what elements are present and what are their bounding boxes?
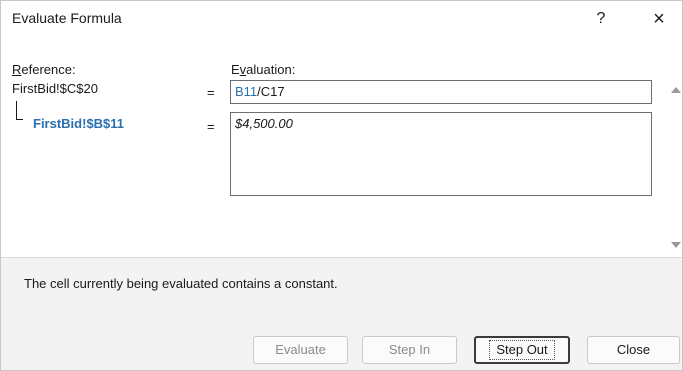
evaluation-label: Evaluation: (231, 62, 295, 77)
tree-connector-vertical (16, 101, 17, 120)
scroll-up-icon[interactable] (671, 87, 681, 93)
title-bar: Evaluate Formula ? × (1, 1, 682, 35)
reference-label-accesskey: R (12, 62, 22, 77)
tree-connector-horizontal (16, 119, 23, 120)
close-button[interactable]: Close (587, 336, 680, 364)
status-message: The cell currently being evaluated conta… (24, 276, 338, 291)
close-icon[interactable]: × (642, 6, 676, 32)
reference-label: Reference: (12, 62, 76, 77)
step-in-button[interactable]: Step In (362, 336, 457, 364)
formula-box[interactable]: B11/C17 (230, 80, 652, 104)
reference-cell: FirstBid!$C$20 (12, 81, 98, 96)
equals-sign-2: = (207, 119, 215, 134)
formula-underlined-ref: B11 (235, 84, 258, 99)
scroll-down-icon[interactable] (671, 242, 681, 248)
evaluation-label-rest: aluation: (246, 62, 296, 77)
evaluation-label-first: E (231, 62, 240, 77)
equals-sign-1: = (207, 85, 215, 100)
reference-sub-cell: FirstBid!$B$11 (33, 116, 125, 131)
step-out-label: Step Out (489, 340, 555, 360)
reference-label-rest: eference: (21, 62, 76, 77)
help-button[interactable]: ? (587, 7, 615, 31)
evaluate-button[interactable]: Evaluate (253, 336, 348, 364)
formula-rest: /C17 (257, 84, 285, 99)
step-out-button[interactable]: Step Out (474, 336, 570, 364)
evaluate-formula-dialog: Evaluate Formula ? × Reference: FirstBid… (0, 0, 683, 371)
dialog-title: Evaluate Formula (12, 10, 122, 26)
value-box[interactable]: $4,500.00 (230, 112, 652, 196)
evaluated-value: $4,500.00 (235, 116, 293, 131)
